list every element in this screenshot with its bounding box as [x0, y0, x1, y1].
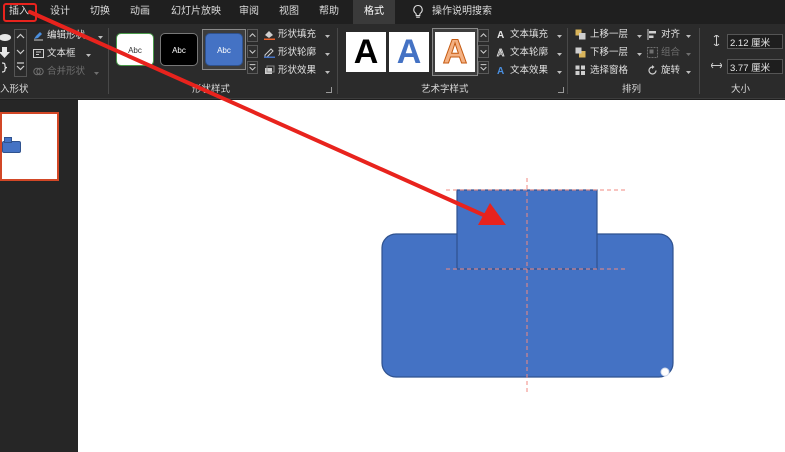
- tab-review[interactable]: 审阅: [239, 0, 259, 24]
- tab-design[interactable]: 设计: [50, 0, 70, 24]
- chevron-down-icon[interactable]: [15, 46, 26, 57]
- pen-outline-icon: [264, 48, 275, 58]
- slide-canvas[interactable]: [78, 100, 785, 452]
- text-fill-icon: A: [497, 30, 504, 40]
- arrow-down-shape-icon[interactable]: [0, 47, 11, 58]
- wordart-style-blue[interactable]: A: [389, 32, 429, 72]
- shape-width-field[interactable]: [727, 59, 783, 74]
- group-objects-button[interactable]: 组合: [661, 47, 680, 59]
- arrange-group-label: 排列: [622, 84, 642, 95]
- gallery-expand-icon[interactable]: [247, 61, 258, 74]
- merge-shapes-icon: [33, 67, 44, 76]
- ribbon-tab-bar: 插入 设计 切换 动画 幻灯片放映 审阅 视图 帮助 格式 操作说明搜索: [0, 0, 785, 24]
- brace-shape-icon[interactable]: [0, 62, 11, 73]
- gallery-expand-icon[interactable]: [478, 61, 489, 74]
- dropdown-caret-icon[interactable]: [322, 31, 333, 42]
- wordart-dialog-launcher[interactable]: [558, 87, 564, 93]
- svg-text:A: A: [497, 48, 504, 58]
- align-icon: [647, 29, 656, 40]
- shape-style-swatch-black[interactable]: Abc: [160, 33, 198, 66]
- shape-height-icon: [713, 35, 720, 46]
- tab-animations[interactable]: 动画: [130, 0, 150, 24]
- tell-me-search[interactable]: 操作说明搜索: [432, 0, 492, 24]
- chevron-up-icon[interactable]: [15, 31, 26, 42]
- gallery-expand-icon[interactable]: [15, 61, 26, 72]
- dropdown-caret-icon[interactable]: [95, 32, 106, 43]
- group-separator: [699, 28, 700, 94]
- text-effects-icon: A: [497, 66, 504, 76]
- rotate-button[interactable]: 旋转: [661, 65, 680, 77]
- text-box-icon: [33, 49, 44, 58]
- group-separator: [337, 28, 338, 94]
- paint-bucket-icon: [264, 31, 275, 40]
- dropdown-caret-icon[interactable]: [83, 50, 94, 61]
- edit-shape-button[interactable]: 编辑形状: [47, 30, 85, 42]
- dropdown-caret-icon[interactable]: [322, 67, 333, 78]
- shape-styles-dialog-launcher[interactable]: [326, 87, 332, 93]
- dropdown-caret-icon: [686, 53, 691, 56]
- slide-thumbnail[interactable]: [0, 112, 59, 181]
- insert-shapes-group-label: 入形状: [0, 84, 29, 95]
- dropdown-caret-icon[interactable]: [554, 49, 565, 60]
- tab-format[interactable]: 格式: [353, 0, 395, 24]
- text-box-button[interactable]: 文本框: [47, 48, 76, 60]
- shape-effects-icon: [265, 65, 275, 74]
- rotate-icon: [648, 65, 657, 75]
- chevron-down-icon[interactable]: [478, 45, 489, 58]
- shape-fill-button[interactable]: 形状填充: [278, 29, 316, 41]
- slide-thumbnail-panel: [0, 100, 78, 452]
- dropdown-caret-icon[interactable]: [554, 31, 565, 42]
- shape-height-field[interactable]: [727, 34, 783, 49]
- shape-style-swatch-outline[interactable]: Abc: [116, 33, 154, 66]
- shape-effects-button[interactable]: 形状效果: [278, 65, 316, 77]
- svg-text:A: A: [497, 30, 504, 40]
- chevron-up-icon[interactable]: [247, 29, 258, 42]
- text-effects-button[interactable]: 文本效果: [510, 65, 548, 77]
- shape-width-icon: [711, 62, 722, 69]
- format-ribbon: 编辑形状 文本框 合并形状 入形状 Abc Abc Abc 形状填充 形状轮廓 …: [0, 24, 785, 99]
- shape-style-swatch-blue[interactable]: Abc: [205, 33, 243, 66]
- dropdown-caret-icon[interactable]: [634, 49, 645, 60]
- bring-forward-icon: [575, 29, 586, 40]
- send-backward-icon: [575, 47, 586, 58]
- dropdown-caret-icon[interactable]: [322, 49, 333, 60]
- oval-shape-icon[interactable]: [0, 32, 11, 43]
- bring-forward-button[interactable]: 上移一层: [590, 29, 628, 41]
- chevron-down-icon[interactable]: [247, 45, 258, 58]
- shape-outline-button[interactable]: 形状轮廓: [278, 47, 316, 59]
- shape-styles-group-label: 形状样式: [192, 84, 231, 95]
- dropdown-caret-icon[interactable]: [634, 31, 645, 42]
- tab-help[interactable]: 帮助: [319, 0, 339, 24]
- text-outline-button[interactable]: 文本轮廓: [510, 47, 548, 59]
- send-backward-button[interactable]: 下移一层: [590, 47, 628, 59]
- tab-transitions[interactable]: 切换: [90, 0, 110, 24]
- insert-tab-highlight-box: [3, 3, 37, 22]
- thumbnail-shape-small: [4, 137, 12, 143]
- tab-slideshow[interactable]: 幻灯片放映: [171, 0, 221, 24]
- align-button[interactable]: 对齐: [661, 29, 680, 41]
- wordart-styles-group-label: 艺术字样式: [421, 84, 469, 95]
- selection-pane-button[interactable]: 选择窗格: [590, 65, 628, 77]
- svg-text:A: A: [497, 66, 504, 76]
- text-outline-icon: A: [497, 48, 505, 58]
- tab-view[interactable]: 视图: [279, 0, 299, 24]
- group-separator: [108, 28, 109, 94]
- edit-shape-icon: [34, 32, 43, 41]
- text-fill-button[interactable]: 文本填充: [510, 29, 548, 41]
- dropdown-caret-icon: [94, 72, 99, 75]
- merge-shapes-button[interactable]: 合并形状: [47, 66, 85, 78]
- dropdown-caret-icon[interactable]: [554, 67, 565, 78]
- wordart-style-orange-outline[interactable]: A: [435, 32, 475, 72]
- lightbulb-icon: [413, 4, 423, 18]
- group-separator: [567, 28, 568, 94]
- chevron-up-icon[interactable]: [478, 29, 489, 42]
- group-objects-icon: [647, 47, 658, 58]
- dropdown-caret-icon[interactable]: [683, 67, 694, 78]
- size-group-label: 大小: [731, 84, 751, 95]
- wordart-style-black[interactable]: A: [346, 32, 386, 72]
- dropdown-caret-icon[interactable]: [683, 31, 694, 42]
- selection-pane-icon: [575, 65, 585, 75]
